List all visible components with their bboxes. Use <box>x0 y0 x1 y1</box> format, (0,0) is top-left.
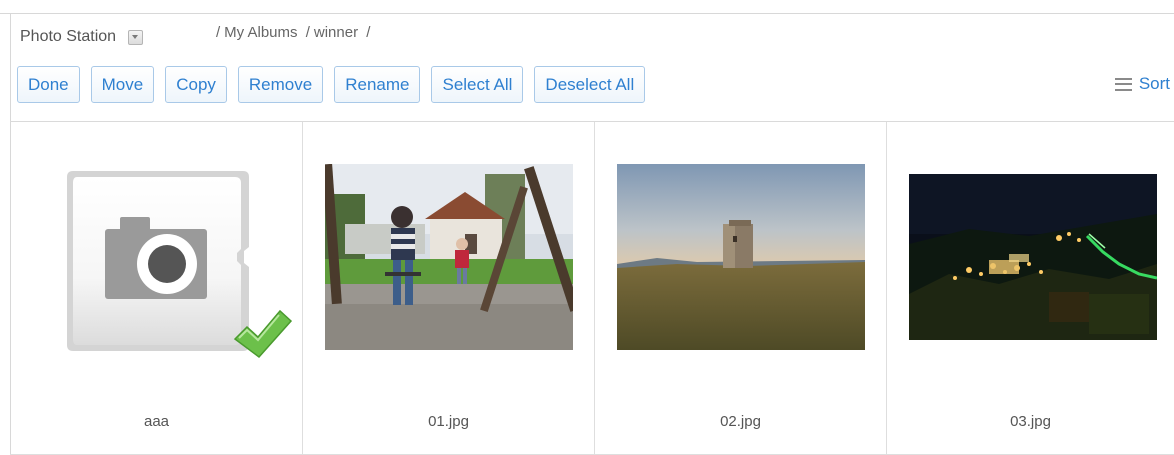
breadcrumb-separator: / <box>305 24 310 41</box>
photo-item-aaa[interactable]: aaa <box>11 122 303 455</box>
breadcrumb: / My Albums / winner / <box>216 24 374 41</box>
app-header: Photo Station <box>20 24 144 50</box>
sort-button[interactable]: Sort <box>1114 74 1170 94</box>
select-all-button[interactable]: Select All <box>431 66 524 103</box>
photo-caption: 03.jpg <box>1010 413 1051 430</box>
breadcrumb-my-albums[interactable]: My Albums <box>224 24 297 41</box>
dropdown-menu-icon[interactable] <box>128 29 144 45</box>
photo-playground-swing <box>325 164 573 350</box>
breadcrumb-separator: / <box>366 24 371 41</box>
copy-button[interactable]: Copy <box>165 66 227 103</box>
done-button[interactable]: Done <box>17 66 80 103</box>
breadcrumb-separator: / <box>216 24 221 41</box>
remove-button[interactable]: Remove <box>237 66 324 103</box>
rename-button[interactable]: Rename <box>334 66 421 103</box>
photo-item-01[interactable]: 01.jpg <box>303 122 595 455</box>
photo-village-night <box>909 174 1157 340</box>
top-border <box>0 13 1174 14</box>
photo-grid: aaa 01.jpg 02.jpg 03.jpg <box>11 122 1174 455</box>
photo-station-window: Photo Station / My Albums / winner / Done … <box>0 0 1174 455</box>
move-button[interactable]: Move <box>90 66 155 103</box>
toolbar: Done Move Copy Remove Rename Select All … <box>17 66 656 103</box>
breadcrumb-winner[interactable]: winner <box>314 24 358 41</box>
photo-caption: 01.jpg <box>428 413 469 430</box>
photo-tower-sunset <box>617 164 865 350</box>
deselect-all-button[interactable]: Deselect All <box>534 66 646 103</box>
camera-placeholder-icon <box>67 171 293 359</box>
photo-caption: aaa <box>143 413 170 430</box>
photo-item-03[interactable]: 03.jpg <box>887 122 1174 455</box>
photo-caption: 02.jpg <box>720 413 761 430</box>
sort-label: Sort <box>1138 74 1170 93</box>
app-title: Photo Station <box>20 28 117 45</box>
sort-list-icon <box>1114 77 1132 91</box>
photo-item-02[interactable]: 02.jpg <box>595 122 887 455</box>
